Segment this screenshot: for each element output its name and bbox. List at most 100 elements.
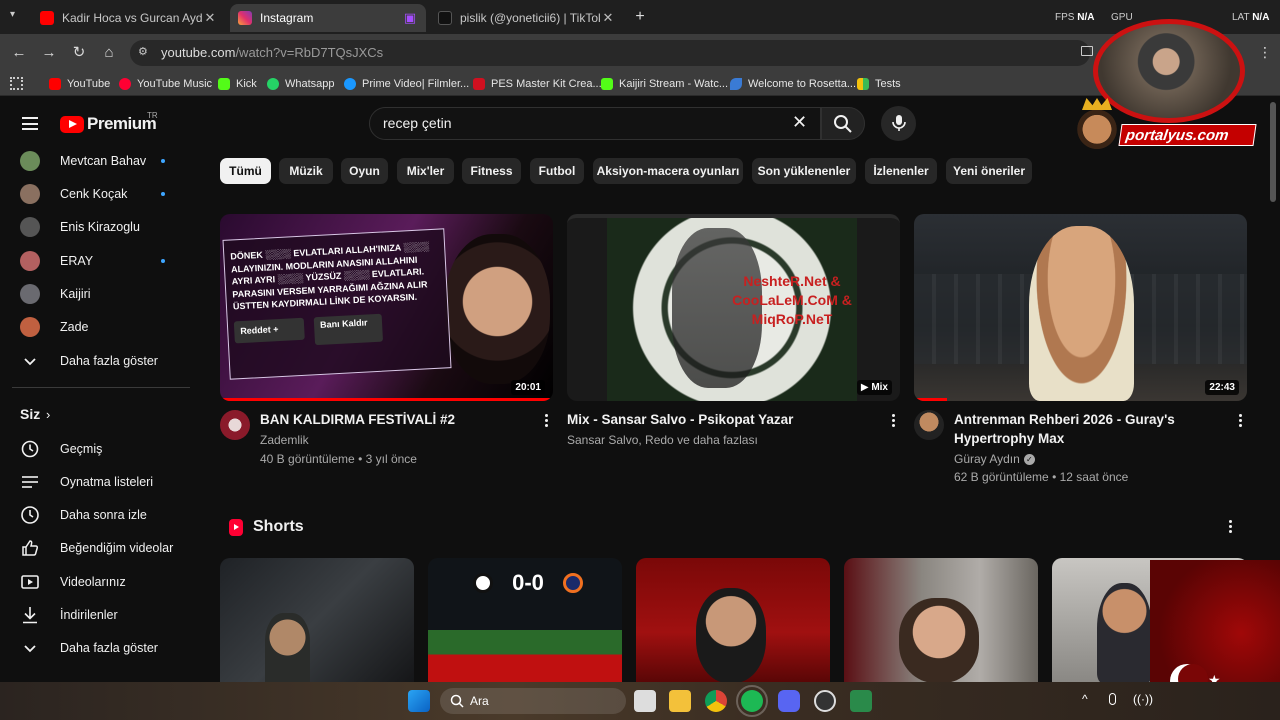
tray-wifi-icon[interactable]: ((·)) — [1133, 692, 1153, 706]
tab-list-dropdown-icon[interactable]: ▾ — [10, 9, 24, 23]
sidebar-item-history[interactable]: Geçmiş — [0, 433, 190, 465]
channel-name[interactable]: Zademlik — [260, 433, 309, 447]
video-title[interactable]: Mix - Sansar Salvo - Psikopat Yazar — [567, 410, 877, 429]
bookmark-tests[interactable]: Tests — [857, 76, 901, 92]
menu-icon[interactable]: ⋮ — [1258, 44, 1272, 61]
close-tab-icon[interactable]: ✕ — [202, 10, 218, 26]
show-more-you[interactable]: Daha fazla göster — [0, 632, 190, 664]
windows-start-icon[interactable] — [408, 690, 430, 712]
bookmark-kaijiri[interactable]: Kaijiri Stream - Watc... — [601, 76, 728, 92]
chip-gaming[interactable]: Oyun — [341, 158, 388, 184]
bookmark-label: YouTube Music — [137, 78, 213, 90]
discord-icon[interactable] — [778, 690, 800, 712]
apps-grid-icon[interactable] — [10, 77, 23, 90]
chip-new-to-you[interactable]: Yeni öneriler — [946, 158, 1032, 184]
video-options-icon[interactable] — [545, 414, 549, 429]
sidebar-item-zade[interactable]: Zade — [0, 311, 190, 343]
streamer-mascot-avatar — [1072, 98, 1122, 150]
youtube-logo[interactable]: Premium — [60, 114, 157, 134]
short-thumbnail[interactable] — [844, 558, 1038, 682]
shorts-options-icon[interactable] — [1229, 520, 1233, 535]
show-more-subscriptions[interactable]: Daha fazla göster — [0, 345, 190, 377]
chip-recently-uploaded[interactable]: Son yüklenenler — [752, 158, 856, 184]
video-thumbnail[interactable]: DÖNEK ░░░░ EVLATLARI ALLAH'INIZA ░░░░ AL… — [220, 214, 553, 401]
video-title[interactable]: Antrenman Rehberi 2026 - Guray's Hypertr… — [954, 410, 1224, 448]
short-thumbnail[interactable] — [220, 558, 414, 682]
lat-value: N/A — [1252, 12, 1270, 23]
sidebar-item-watch-later[interactable]: Daha sonra izle — [0, 499, 190, 531]
new-tab-button[interactable]: + — [630, 8, 650, 28]
browser-tab-youtube[interactable]: Kadir Hoca vs Gurcan Aydın Be ✕ — [32, 4, 226, 32]
channel-avatar[interactable] — [914, 410, 944, 440]
chip-music[interactable]: Müzik — [279, 158, 333, 184]
video-thumbnail[interactable]: 22:43 — [914, 214, 1247, 401]
short-person — [1097, 583, 1152, 682]
app-icon[interactable] — [850, 690, 872, 712]
search-input[interactable]: recep çetin — [383, 115, 451, 131]
close-tab-icon[interactable]: ✕ — [600, 10, 616, 26]
hamburger-menu-icon[interactable] — [22, 117, 38, 130]
video-options-icon[interactable] — [1239, 414, 1243, 429]
sidebar-item-eray[interactable]: ERAY — [0, 245, 190, 277]
site-info-icon[interactable]: ⚙ — [138, 45, 152, 59]
chrome-icon[interactable] — [705, 690, 727, 712]
chip-all[interactable]: Tümü — [220, 158, 271, 184]
chip-mixes[interactable]: Mix'ler — [397, 158, 454, 184]
bookmark-youtube[interactable]: YouTube — [49, 76, 110, 92]
sidebar-item-your-videos[interactable]: Videolarınız — [0, 566, 190, 598]
sidebar-item-playlists[interactable]: Oynatma listeleri — [0, 466, 190, 498]
chip-action-adventure[interactable]: Aksiyon-macera oyunları — [593, 158, 743, 184]
browser-tab-tiktok[interactable]: pislik (@yoneticii6) | TikTok ✕ — [430, 4, 624, 32]
obs-icon[interactable] — [814, 690, 836, 712]
short-thumbnail[interactable] — [636, 558, 830, 682]
sidebar-item-mevtcan-bahav[interactable]: Mevtcan Bahav — [0, 145, 190, 177]
tab-title: Kadir Hoca vs Gurcan Aydın Be — [62, 11, 202, 25]
video-title[interactable]: BAN KALDIRMA FESTİVALİ #2 — [260, 410, 530, 429]
tray-chevron-icon[interactable]: ^ — [1082, 692, 1088, 706]
channel-avatar[interactable] — [220, 410, 250, 440]
sidebar-item-downloads[interactable]: İndirilenler — [0, 599, 190, 631]
browser-tab-instagram[interactable]: Instagram ▣ — [230, 4, 426, 32]
file-explorer-icon[interactable] — [669, 690, 691, 712]
chip-fitness[interactable]: Fitness — [462, 158, 521, 184]
you-header-label: Siz — [20, 406, 41, 422]
bookmark-prime-video[interactable]: Prime Video| Filmler... — [344, 76, 469, 92]
video-options-icon[interactable] — [892, 414, 896, 429]
taskbar-search[interactable]: Ara — [440, 688, 626, 714]
voice-search-button[interactable] — [881, 106, 916, 141]
show-more-label: Daha fazla göster — [60, 354, 158, 368]
bookmark-pes-master[interactable]: PES Master Kit Crea... — [473, 76, 602, 92]
task-view-icon[interactable] — [634, 690, 656, 712]
reload-button[interactable]: ↻ — [68, 42, 90, 64]
sidebar-item-liked-videos[interactable]: Beğendiğim videolar — [0, 532, 190, 564]
bookmark-label: Tests — [875, 78, 901, 90]
sidebar-you-header[interactable]: Siz › — [0, 398, 190, 430]
sidebar-item-kaijiri[interactable]: Kaijiri — [0, 278, 190, 310]
channel-name[interactable]: Sansar Salvo, Redo ve daha fazlası — [567, 433, 758, 447]
spotify-icon[interactable] — [736, 685, 768, 717]
video-thumbnail[interactable]: NeshteR.Net & CooLaLeM.CoM & MiqRoP.NeT … — [567, 214, 900, 401]
bookmark-label: Prime Video| Filmler... — [362, 78, 470, 90]
download-icon — [20, 605, 40, 625]
chip-watched[interactable]: İzlenenler — [865, 158, 937, 184]
bookmark-rosetta[interactable]: Welcome to Rosetta... — [730, 76, 856, 92]
forward-button[interactable]: → — [38, 42, 60, 64]
clear-search-icon[interactable]: ✕ — [792, 112, 807, 133]
channel-name-label: Güray Aydın — [954, 452, 1020, 466]
short-thumbnail[interactable]: 0-0 — [428, 558, 622, 682]
avatar — [20, 184, 40, 204]
bookmark-kick[interactable]: Kick — [218, 76, 257, 92]
channel-name[interactable]: Güray Aydın ✓ — [954, 452, 1035, 466]
lat-counter: LAT N/A — [1232, 12, 1269, 23]
sidebar-item-enis-kirazoglu[interactable]: Enis Kirazoglu — [0, 211, 190, 243]
sidebar-item-cenk-kocak[interactable]: Cenk Koçak — [0, 178, 190, 210]
bookmark-youtube-music[interactable]: YouTube Music — [119, 76, 212, 92]
home-button[interactable]: ⌂ — [98, 42, 120, 64]
chip-football[interactable]: Futbol — [530, 158, 584, 184]
search-button[interactable] — [821, 107, 865, 140]
bookmark-whatsapp[interactable]: Whatsapp — [267, 76, 335, 92]
scrollbar-thumb[interactable] — [1270, 102, 1276, 202]
back-button[interactable]: ← — [8, 42, 30, 64]
tray-microphone-icon[interactable] — [1109, 693, 1116, 705]
cast-icon[interactable] — [1081, 46, 1093, 56]
